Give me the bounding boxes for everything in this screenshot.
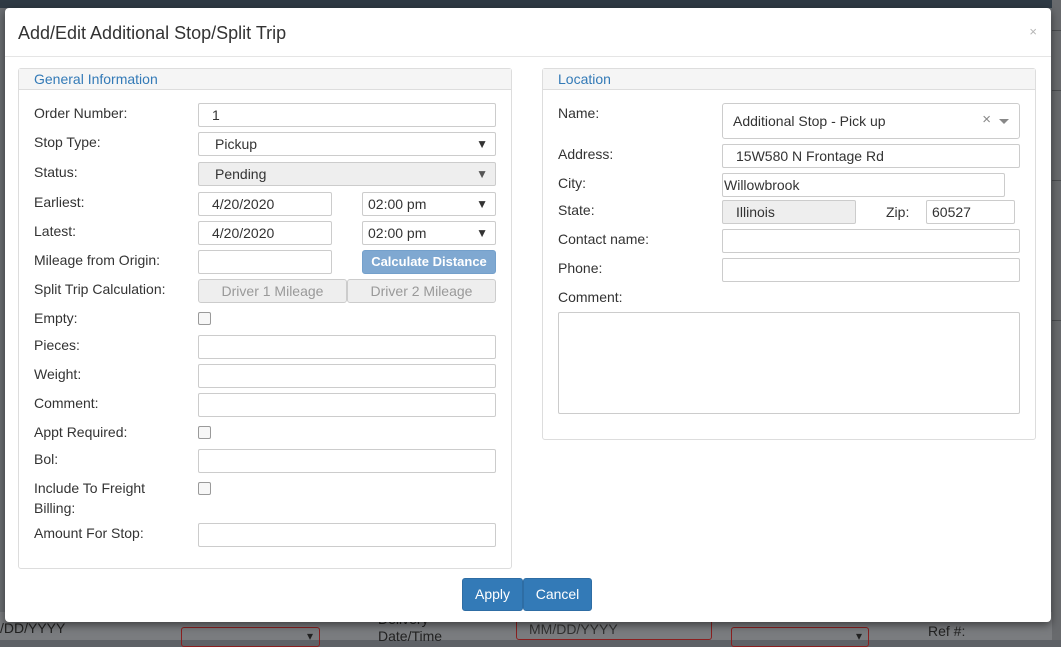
comment-label: Comment: bbox=[34, 395, 99, 411]
appt-required-label: Appt Required: bbox=[34, 424, 128, 440]
amount-input[interactable] bbox=[198, 523, 496, 547]
zip-label: Zip: bbox=[886, 204, 910, 220]
background-select bbox=[181, 627, 320, 647]
background-select-2 bbox=[731, 627, 869, 647]
state-input: Illinois bbox=[722, 200, 856, 224]
background-right-edge bbox=[1052, 0, 1061, 640]
pieces-input[interactable] bbox=[198, 335, 496, 359]
calculate-distance-button[interactable]: Calculate Distance bbox=[362, 250, 496, 274]
chevron-down-icon: ▼ bbox=[476, 226, 488, 240]
general-information-heading: General Information bbox=[19, 69, 511, 90]
include-freight-checkbox[interactable] bbox=[198, 482, 211, 495]
city-input[interactable]: Willowbrook bbox=[722, 173, 1005, 197]
chevron-down-icon bbox=[999, 119, 1009, 124]
modal-header: Add/Edit Additional Stop/Split Trip × bbox=[5, 8, 1051, 57]
contact-name-input[interactable] bbox=[722, 229, 1020, 253]
mileage-input[interactable] bbox=[198, 250, 332, 274]
location-comment-label: Comment: bbox=[558, 289, 623, 305]
earliest-label: Earliest: bbox=[34, 194, 85, 210]
status-select: Pending ▼ bbox=[198, 162, 496, 186]
background-ref-label: Ref #: bbox=[928, 623, 966, 639]
address-input[interactable]: 15W580 N Frontage Rd bbox=[722, 144, 1020, 168]
latest-label: Latest: bbox=[34, 223, 77, 239]
order-number-input[interactable]: 1 bbox=[198, 103, 496, 127]
earliest-time-select[interactable]: 02:00 pm ▼ bbox=[362, 192, 496, 216]
cancel-button[interactable]: Cancel bbox=[523, 578, 592, 611]
include-freight-label-line1: Include To Freight bbox=[34, 480, 146, 496]
empty-checkbox[interactable] bbox=[198, 312, 211, 325]
location-comment-textarea[interactable] bbox=[558, 312, 1020, 414]
name-label: Name: bbox=[558, 105, 600, 121]
weight-label: Weight: bbox=[34, 366, 82, 382]
include-freight-label-line2: Billing: bbox=[34, 500, 76, 516]
stop-type-select[interactable]: Pickup ▼ bbox=[198, 132, 496, 156]
empty-label: Empty: bbox=[34, 310, 78, 326]
mileage-label: Mileage from Origin: bbox=[34, 252, 161, 268]
earliest-date-input[interactable]: 4/20/2020 bbox=[198, 192, 332, 216]
split-trip-label: Split Trip Calculation: bbox=[34, 281, 166, 297]
state-label: State: bbox=[558, 202, 595, 218]
comment-input[interactable] bbox=[198, 393, 496, 417]
phone-label: Phone: bbox=[558, 260, 603, 276]
modal-title: Add/Edit Additional Stop/Split Trip bbox=[18, 23, 287, 43]
stop-type-label: Stop Type: bbox=[34, 134, 101, 150]
order-number-label: Order Number: bbox=[34, 105, 128, 121]
latest-date-input[interactable]: 4/20/2020 bbox=[198, 221, 332, 245]
contact-name-label: Contact name: bbox=[558, 231, 650, 247]
status-label: Status: bbox=[34, 164, 78, 180]
background-date-text: /DD/YYYY bbox=[0, 620, 66, 636]
clear-icon[interactable]: × bbox=[982, 111, 991, 129]
add-edit-stop-modal: Add/Edit Additional Stop/Split Trip × Ge… bbox=[5, 8, 1051, 622]
bol-label: Bol: bbox=[34, 451, 59, 467]
amount-label: Amount For Stop: bbox=[34, 525, 144, 541]
latest-time-select[interactable]: 02:00 pm ▼ bbox=[362, 221, 496, 245]
location-name-select[interactable]: Additional Stop - Pick up × bbox=[722, 103, 1020, 139]
close-icon[interactable]: × bbox=[1029, 25, 1037, 38]
background-datetime-label: Date/Time bbox=[378, 628, 443, 644]
chevron-down-icon: ▼ bbox=[476, 167, 488, 181]
apply-button[interactable]: Apply bbox=[462, 578, 523, 611]
bol-input[interactable] bbox=[198, 449, 496, 473]
chevron-down-icon: ▼ bbox=[476, 197, 488, 211]
background-top-bar bbox=[0, 0, 1061, 8]
pieces-label: Pieces: bbox=[34, 337, 80, 353]
driver1-mileage-button[interactable]: Driver 1 Mileage bbox=[198, 279, 347, 303]
weight-input[interactable] bbox=[198, 364, 496, 388]
phone-input[interactable] bbox=[722, 258, 1020, 282]
chevron-down-icon: ▼ bbox=[476, 137, 488, 151]
address-label: Address: bbox=[558, 146, 614, 162]
appt-required-checkbox[interactable] bbox=[198, 426, 211, 439]
location-heading: Location bbox=[543, 69, 1035, 90]
zip-input[interactable]: 60527 bbox=[926, 200, 1015, 224]
driver2-mileage-button[interactable]: Driver 2 Mileage bbox=[347, 279, 496, 303]
city-label: City: bbox=[558, 175, 586, 191]
